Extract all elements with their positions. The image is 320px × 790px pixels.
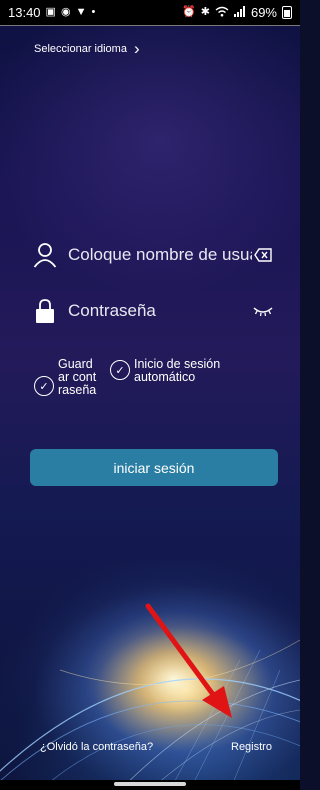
instagram-icon: ◉ [60,6,71,18]
status-bar-left: 13:40 ▣ ◉ ▼ • [8,5,95,20]
language-selector[interactable]: Seleccionar idioma › [34,40,140,57]
language-label: Seleccionar idioma [34,42,127,55]
alarm-icon: ⏰ [182,6,196,18]
eye-closed-icon[interactable] [252,305,274,317]
annotation-arrow-icon [145,603,232,718]
user-icon [32,241,58,269]
login-screen: 13:40 ▣ ◉ ▼ • ⏰ ✱ 69% Seleccionar idioma… [0,0,300,790]
clear-input-icon[interactable] [252,248,274,262]
bluetooth-icon: ✱ [200,6,210,18]
status-time: 13:40 [8,5,41,20]
remember-password-checkbox[interactable]: ✓ Guardar contraseña [34,358,98,397]
lock-icon [32,297,58,325]
username-field[interactable]: Coloque nombre de usuario [32,238,274,272]
signal-icon [233,5,246,20]
remember-password-label: Guardar contraseña [58,357,97,397]
auto-login-label: Inicio de sesión automático [134,357,221,384]
navigation-bar [0,780,300,790]
check-circle-icon: ✓ [110,360,130,380]
dot-icon: • [91,6,96,18]
message-icon: ▣ [45,6,56,18]
login-options: ✓ Guardar contraseña ✓ Inicio de sesión … [34,358,244,397]
chevron-right-icon: › [133,39,140,58]
mail-icon: ▼ [75,6,87,18]
check-circle-icon: ✓ [34,376,54,396]
wifi-icon [215,6,229,20]
register-link[interactable]: Registro [231,741,272,753]
username-input[interactable]: Coloque nombre de usuario [68,245,252,265]
status-bar-right: ⏰ ✱ 69% [182,5,292,20]
battery-percent: 69% [250,5,277,20]
home-indicator[interactable] [114,782,186,786]
forgot-password-link[interactable]: ¿Olvidó la contraseña? [40,741,153,753]
login-button[interactable]: iniciar sesión [30,449,278,486]
battery-icon [282,6,292,19]
status-bar: 13:40 ▣ ◉ ▼ • ⏰ ✱ 69% [0,0,300,26]
password-input[interactable]: Contraseña [68,301,252,321]
auto-login-checkbox[interactable]: ✓ Inicio de sesión automático [110,358,244,397]
password-field[interactable]: Contraseña [32,294,274,328]
